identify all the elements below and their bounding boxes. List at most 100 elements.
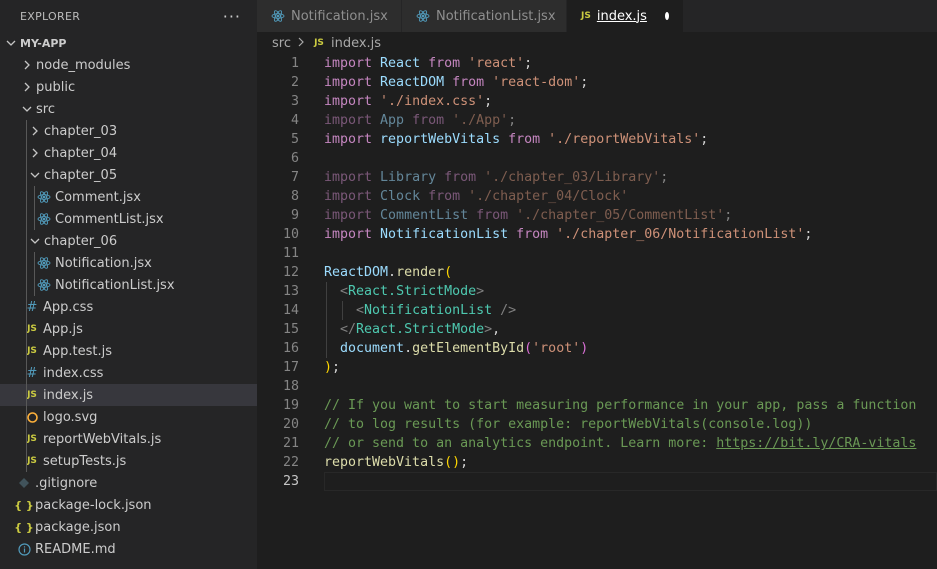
indent-guide	[26, 208, 27, 230]
code-token: <	[356, 303, 365, 318]
code-text: );	[324, 358, 340, 377]
file-gitignore[interactable]: .gitignore	[0, 472, 257, 494]
breadcrumb-file[interactable]: index.js	[331, 36, 381, 51]
file-notificationlist-jsx[interactable]: NotificationList.jsx	[0, 274, 257, 296]
indent-guide	[26, 362, 27, 384]
tab-label: NotificationList.jsx	[436, 8, 556, 24]
indent-guide	[26, 230, 27, 252]
code-token: .	[404, 341, 413, 356]
code-line: 13 <React.StrictMode>	[257, 282, 937, 301]
indent-guide	[34, 252, 35, 274]
code-editor[interactable]: 1 import React from 'react'; 2 import React…	[257, 54, 937, 569]
info-file-icon	[16, 542, 32, 556]
file-package-lock-json[interactable]: { } package-lock.json	[0, 494, 257, 516]
tree-item-label: package-lock.json	[35, 497, 152, 513]
tree-item-label: Notification.jsx	[55, 255, 152, 271]
code-token: https://bit.ly/CRA-vitals	[716, 436, 917, 451]
file-commentlist-jsx[interactable]: CommentList.jsx	[0, 208, 257, 230]
code-token: <	[340, 284, 349, 299]
folder-chapter-04[interactable]: chapter_04	[0, 142, 257, 164]
tree-item-label: Comment.jsx	[55, 189, 141, 205]
code-token: (	[524, 341, 533, 356]
code-text: reportWebVitals();	[324, 453, 468, 472]
code-line: 14 <NotificationList />	[257, 301, 937, 320]
file-reportwebvitals-js[interactable]: JS reportWebVitals.js	[0, 428, 257, 450]
line-number: 4	[290, 113, 299, 128]
file-setuptests-js[interactable]: JS setupTests.js	[0, 450, 257, 472]
explorer-title: EXPLORER	[20, 9, 81, 23]
code-token: from	[428, 56, 469, 71]
code-token: ;	[580, 75, 589, 90]
code-line: 8 import Clock from './chapter_04/Clock'	[257, 187, 937, 206]
code-token: ;	[804, 227, 813, 242]
indent-guide	[26, 428, 27, 450]
folder-src[interactable]: src	[0, 98, 257, 120]
tree-item-label: src	[36, 101, 55, 117]
code-line: 2 import ReactDOM from 'react-dom';	[257, 73, 937, 92]
indent-guide	[26, 318, 27, 340]
indent-guide	[34, 274, 35, 296]
unsaved-dot-icon[interactable]	[664, 12, 669, 20]
code-text: import Clock from './chapter_04/Clock'	[324, 187, 628, 206]
code-line: 17);	[257, 358, 937, 377]
code-token: </	[340, 322, 357, 337]
react-file-icon	[36, 278, 52, 292]
indent-guide	[26, 296, 27, 318]
file-logo-svg[interactable]: logo.svg	[0, 406, 257, 428]
code-token: ;	[484, 94, 493, 109]
folder-chapter-06[interactable]: chapter_06	[0, 230, 257, 252]
line-number: 10	[282, 227, 299, 242]
code-token: (	[444, 265, 453, 280]
code-token: // If you want to start measuring perfor…	[324, 398, 917, 413]
code-token: )	[580, 341, 589, 356]
code-token: ;	[700, 132, 709, 147]
file-readme-md[interactable]: README.md	[0, 538, 257, 560]
breadcrumb-folder[interactable]: src	[272, 36, 291, 51]
tab-index-js[interactable]: JS index.js	[567, 0, 684, 32]
tree-item-label: chapter_04	[44, 145, 118, 161]
code-token: import	[324, 132, 381, 147]
code-token: App	[380, 113, 413, 128]
code-token: from	[452, 75, 493, 90]
code-token: import	[324, 56, 381, 71]
code-text: ReactDOM.render(	[324, 263, 452, 282]
folder-public[interactable]: public	[0, 76, 257, 98]
file-notification-jsx[interactable]: Notification.jsx	[0, 252, 257, 274]
tree-item-label: index.css	[43, 365, 104, 381]
line-number: 7	[290, 170, 299, 185]
code-token: ReactDOM	[380, 75, 453, 90]
file-app-js[interactable]: JS App.js	[0, 318, 257, 340]
tree-item-label: logo.svg	[43, 409, 98, 425]
line-number: 22	[282, 455, 299, 470]
file-app-test-js[interactable]: JS App.test.js	[0, 340, 257, 362]
react-file-icon	[36, 256, 52, 270]
react-file-icon	[271, 9, 285, 23]
code-token: 'react-dom'	[492, 75, 581, 90]
file-comment-jsx[interactable]: Comment.jsx	[0, 186, 257, 208]
indent-guide	[26, 340, 27, 362]
more-actions-icon[interactable]: ···	[223, 7, 241, 26]
tree-item-label: App.js	[43, 321, 83, 337]
code-text: // to log results (for example: reportWe…	[324, 415, 812, 434]
code-token: )	[324, 360, 333, 375]
file-package-json[interactable]: { } package.json	[0, 516, 257, 538]
tab-notification-jsx[interactable]: Notification.jsx	[257, 0, 402, 32]
folder-chapter-03[interactable]: chapter_03	[0, 120, 257, 142]
file-app-css[interactable]: # App.css	[0, 296, 257, 318]
file-index-js[interactable]: JS index.js	[0, 384, 257, 406]
project-folder-my-app[interactable]: MY-APP	[0, 32, 257, 54]
tab-notificationlist-jsx[interactable]: NotificationList.jsx	[402, 0, 567, 32]
code-token: from	[412, 113, 453, 128]
code-token: >	[476, 284, 485, 299]
folder-node-modules[interactable]: node_modules	[0, 54, 257, 76]
chevron-down-icon	[4, 32, 18, 54]
code-token: import	[324, 170, 381, 185]
code-text: <NotificationList />	[324, 301, 516, 320]
folder-chapter-05[interactable]: chapter_05	[0, 164, 257, 186]
indent-guide	[26, 186, 27, 208]
code-token: './chapter_05/CommentList'	[516, 208, 725, 223]
chevron-down-icon	[28, 230, 42, 252]
file-index-css[interactable]: # index.css	[0, 362, 257, 384]
code-token: from	[476, 208, 517, 223]
code-token: // or send to an analytics endpoint. Lea…	[324, 436, 717, 451]
